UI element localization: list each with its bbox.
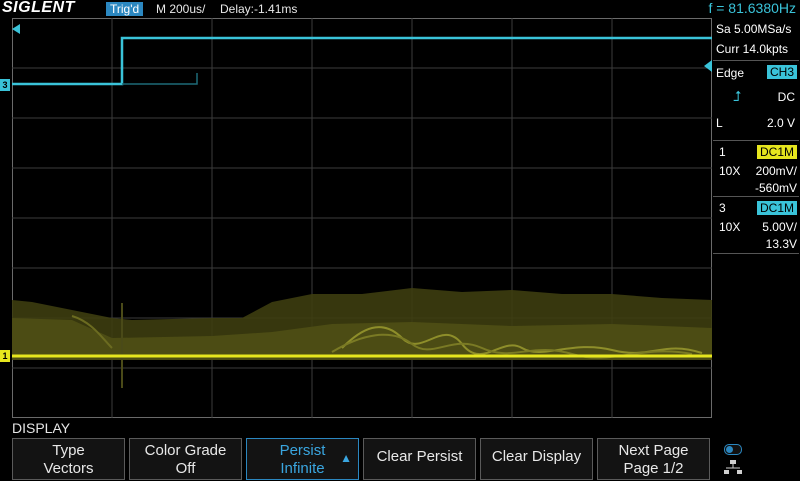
ch3-probe: 10X bbox=[719, 220, 741, 234]
ch1-persistence-cloud bbox=[12, 288, 712, 388]
status-bar: SIGLENT Trig'd M 200us/ Delay:-1.41ms f … bbox=[0, 0, 800, 18]
ch3-ground-marker[interactable]: 3 bbox=[0, 79, 10, 91]
color-grade-button[interactable]: Color Grade Off bbox=[129, 438, 242, 480]
clear-display-label: Clear Display bbox=[491, 448, 582, 465]
ch3-info-box[interactable]: 3 DC1M 10X 5.00V/ 13.3V bbox=[713, 196, 799, 254]
ch1-ground-marker[interactable]: 1 bbox=[0, 350, 10, 362]
type-value: Vectors bbox=[43, 460, 94, 477]
ch3-coupling-badge: DC1M bbox=[756, 201, 797, 215]
type-label: Type bbox=[52, 442, 85, 459]
delay-readout: Delay:-1.41ms bbox=[220, 2, 298, 16]
ch3-scale: 5.00V/ bbox=[762, 220, 797, 234]
clear-display-button[interactable]: Clear Display bbox=[480, 438, 593, 480]
clear-persist-button[interactable]: Clear Persist bbox=[363, 438, 476, 480]
ch1-scale: 200mV/ bbox=[755, 164, 797, 178]
arrow-up-icon: ▲ bbox=[340, 451, 352, 465]
trigger-position-marker-icon[interactable] bbox=[12, 24, 20, 34]
trigger-type: Edge bbox=[716, 66, 745, 80]
next-page-button[interactable]: Next Page Page 1/2 bbox=[597, 438, 710, 480]
ch1-probe: 10X bbox=[719, 164, 741, 178]
frequency-readout: f = 81.6380Hz bbox=[708, 0, 796, 16]
rising-edge-icon: ⮥ bbox=[733, 88, 742, 104]
trigger-level: 2.0 V bbox=[766, 116, 795, 130]
trigger-slope-label: L bbox=[716, 116, 723, 130]
ch1-coupling-badge: DC1M bbox=[756, 145, 797, 159]
trigger-status-badge: Trig'd bbox=[106, 2, 144, 16]
trigger-level-marker-icon[interactable] bbox=[704, 60, 712, 72]
network-icon bbox=[724, 460, 742, 476]
trigger-coupling: DC bbox=[777, 90, 795, 104]
timebase-readout: M 200us/ bbox=[156, 2, 206, 16]
clear-persist-label: Clear Persist bbox=[376, 448, 463, 465]
toggle-switch-icon[interactable] bbox=[724, 444, 742, 455]
memory-depth: Curr 14.0kpts bbox=[716, 42, 789, 56]
sample-rate: Sa 5.00MSa/s bbox=[716, 22, 792, 36]
ch1-number: 1 bbox=[719, 145, 726, 159]
next-page-label: Next Page bbox=[618, 442, 689, 459]
brand-logo: SIGLENT bbox=[2, 0, 75, 16]
ch1-offset: -560mV bbox=[754, 181, 797, 195]
trigger-source-badge: CH3 bbox=[766, 65, 797, 79]
page-indicator: Page 1/2 bbox=[623, 460, 684, 477]
color-grade-value: Off bbox=[175, 460, 196, 477]
waveform-display[interactable] bbox=[12, 18, 712, 418]
persist-button[interactable]: Persist Infinite ▲ bbox=[246, 438, 359, 480]
waveform-svg bbox=[12, 18, 712, 418]
ch1-info-box[interactable]: 1 DC1M 10X 200mV/ -560mV bbox=[713, 140, 799, 197]
menu-title: DISPLAY bbox=[12, 420, 71, 436]
info-panel: Sa 5.00MSa/s Curr 14.0kpts Edge CH3 ⮥ DC… bbox=[713, 18, 800, 418]
ch3-number: 3 bbox=[719, 201, 726, 215]
type-button[interactable]: Type Vectors bbox=[12, 438, 125, 480]
ch3-offset: 13.3V bbox=[765, 237, 797, 251]
color-grade-label: Color Grade bbox=[144, 442, 227, 459]
ch3-trace bbox=[12, 36, 712, 86]
